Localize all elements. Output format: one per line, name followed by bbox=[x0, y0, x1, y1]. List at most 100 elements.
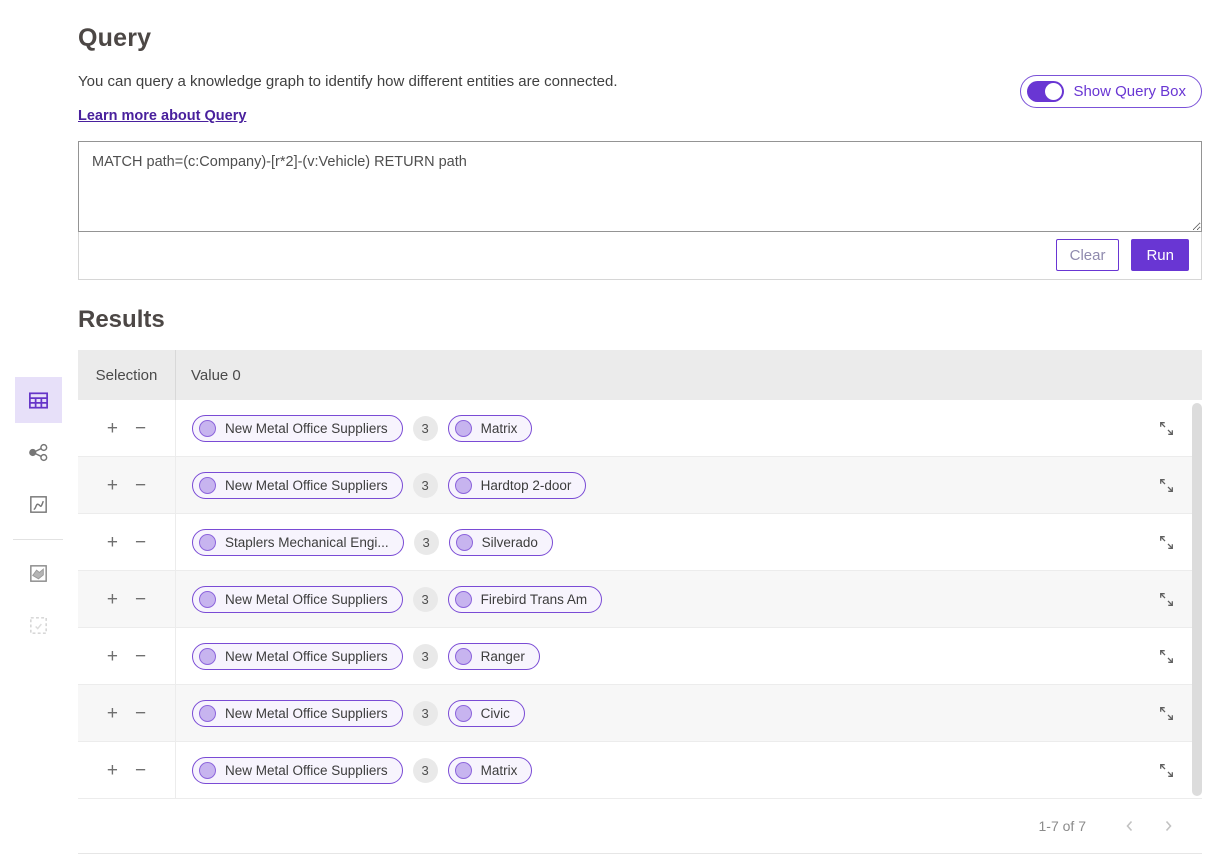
hop-count-badge: 3 bbox=[414, 530, 439, 555]
remove-selection-button[interactable]: − bbox=[135, 533, 146, 552]
view-sidebar bbox=[13, 377, 63, 654]
source-entity-pill[interactable]: New Metal Office Suppliers bbox=[192, 415, 403, 442]
table-scrollbar-track bbox=[1192, 400, 1202, 799]
expand-icon bbox=[1157, 647, 1176, 666]
target-entity-pill[interactable]: Ranger bbox=[448, 643, 540, 670]
show-query-box-toggle[interactable]: Show Query Box bbox=[1020, 75, 1202, 108]
sidebar-item-map-view[interactable] bbox=[15, 550, 62, 596]
intro-text: You can query a knowledge graph to ident… bbox=[78, 73, 618, 125]
source-entity-pill[interactable]: New Metal Office Suppliers bbox=[192, 643, 403, 670]
entity-node-icon bbox=[455, 705, 472, 722]
row-value-cell: New Metal Office Suppliers 3 Ranger bbox=[176, 628, 1130, 684]
source-entity-label: New Metal Office Suppliers bbox=[225, 763, 388, 778]
table-header: Selection Value 0 bbox=[78, 350, 1202, 400]
row-selection-cell: + − bbox=[78, 742, 176, 798]
query-panel: MATCH path=(c:Company)-[r*2]-(v:Vehicle)… bbox=[78, 141, 1202, 280]
source-entity-pill[interactable]: Staplers Mechanical Engi... bbox=[192, 529, 404, 556]
results-table: Selection Value 0 + − New Metal Office S… bbox=[78, 350, 1202, 854]
hop-count-badge: 3 bbox=[413, 701, 438, 726]
add-selection-button[interactable]: + bbox=[107, 590, 118, 609]
source-entity-pill[interactable]: New Metal Office Suppliers bbox=[192, 472, 403, 499]
row-selection-cell: + − bbox=[78, 685, 176, 741]
add-selection-button[interactable]: + bbox=[107, 761, 118, 780]
table-row: + − New Metal Office Suppliers 3 Hardtop… bbox=[78, 457, 1202, 514]
pagination-prev-button[interactable] bbox=[1118, 814, 1142, 838]
query-page: Query You can query a knowledge graph to… bbox=[78, 0, 1202, 854]
table-row: + − New Metal Office Suppliers 3 Firebir… bbox=[78, 571, 1202, 628]
source-entity-label: New Metal Office Suppliers bbox=[225, 592, 388, 607]
entity-node-icon bbox=[455, 477, 472, 494]
expand-icon bbox=[1157, 761, 1176, 780]
page-description: You can query a knowledge graph to ident… bbox=[78, 73, 618, 90]
pagination-range: 1-7 of 7 bbox=[1039, 818, 1086, 834]
learn-more-link[interactable]: Learn more about Query bbox=[78, 108, 246, 124]
target-entity-label: Matrix bbox=[481, 763, 518, 778]
row-selection-cell: + − bbox=[78, 457, 176, 513]
row-value-cell: New Metal Office Suppliers 3 Matrix bbox=[176, 400, 1130, 456]
source-entity-label: New Metal Office Suppliers bbox=[225, 478, 388, 493]
sidebar-item-custom-view bbox=[15, 602, 62, 648]
sidebar-item-chart-view[interactable] bbox=[15, 481, 62, 527]
column-header-value0: Value 0 bbox=[176, 350, 1202, 400]
source-entity-pill[interactable]: New Metal Office Suppliers bbox=[192, 757, 403, 784]
chevron-left-icon bbox=[1122, 818, 1138, 834]
row-selection-cell: + − bbox=[78, 400, 176, 456]
source-entity-label: Staplers Mechanical Engi... bbox=[225, 535, 389, 550]
toggle-knob bbox=[1045, 83, 1062, 100]
expand-icon bbox=[1157, 476, 1176, 495]
target-entity-pill[interactable]: Matrix bbox=[448, 415, 533, 442]
chart-view-icon bbox=[27, 493, 50, 516]
remove-selection-button[interactable]: − bbox=[135, 419, 146, 438]
entity-node-icon bbox=[455, 648, 472, 665]
add-selection-button[interactable]: + bbox=[107, 419, 118, 438]
expand-icon bbox=[1157, 533, 1176, 552]
table-row: + − New Metal Office Suppliers 3 Ranger bbox=[78, 628, 1202, 685]
table-scrollbar-thumb[interactable] bbox=[1192, 403, 1202, 796]
remove-selection-button[interactable]: − bbox=[135, 476, 146, 495]
remove-selection-button[interactable]: − bbox=[135, 647, 146, 666]
sidebar-item-table-view[interactable] bbox=[15, 377, 62, 423]
target-entity-pill[interactable]: Firebird Trans Am bbox=[448, 586, 603, 613]
target-entity-pill[interactable]: Hardtop 2-door bbox=[448, 472, 587, 499]
add-selection-button[interactable]: + bbox=[107, 476, 118, 495]
table-body: + − New Metal Office Suppliers 3 Matrix … bbox=[78, 400, 1202, 799]
hop-count-badge: 3 bbox=[413, 416, 438, 441]
run-button[interactable]: Run bbox=[1131, 239, 1189, 271]
expand-icon bbox=[1157, 704, 1176, 723]
target-entity-pill[interactable]: Matrix bbox=[448, 757, 533, 784]
source-entity-label: New Metal Office Suppliers bbox=[225, 421, 388, 436]
target-entity-label: Firebird Trans Am bbox=[481, 592, 588, 607]
add-selection-button[interactable]: + bbox=[107, 704, 118, 723]
pagination-bar: 1-7 of 7 bbox=[78, 799, 1202, 854]
table-view-icon bbox=[27, 389, 50, 412]
graph-view-icon bbox=[27, 441, 50, 464]
target-entity-label: Matrix bbox=[481, 421, 518, 436]
add-selection-button[interactable]: + bbox=[107, 533, 118, 552]
source-entity-label: New Metal Office Suppliers bbox=[225, 649, 388, 664]
row-selection-cell: + − bbox=[78, 514, 176, 570]
source-entity-pill[interactable]: New Metal Office Suppliers bbox=[192, 586, 403, 613]
row-value-cell: New Metal Office Suppliers 3 Hardtop 2-d… bbox=[176, 457, 1130, 513]
pagination-next-button[interactable] bbox=[1156, 814, 1180, 838]
entity-node-icon bbox=[199, 762, 216, 779]
entity-node-icon bbox=[199, 477, 216, 494]
table-row: + − New Metal Office Suppliers 3 Matrix bbox=[78, 400, 1202, 457]
sidebar-item-graph-view[interactable] bbox=[15, 429, 62, 475]
remove-selection-button[interactable]: − bbox=[135, 704, 146, 723]
query-actions: Clear Run bbox=[79, 232, 1201, 279]
table-row: + − New Metal Office Suppliers 3 Civic bbox=[78, 685, 1202, 742]
query-input[interactable]: MATCH path=(c:Company)-[r*2]-(v:Vehicle)… bbox=[78, 141, 1202, 232]
remove-selection-button[interactable]: − bbox=[135, 590, 146, 609]
add-selection-button[interactable]: + bbox=[107, 647, 118, 666]
toggle-switch-icon[interactable] bbox=[1027, 81, 1064, 102]
source-entity-pill[interactable]: New Metal Office Suppliers bbox=[192, 700, 403, 727]
map-view-icon bbox=[27, 562, 50, 585]
hop-count-badge: 3 bbox=[413, 758, 438, 783]
remove-selection-button[interactable]: − bbox=[135, 761, 146, 780]
target-entity-pill[interactable]: Silverado bbox=[449, 529, 553, 556]
target-entity-pill[interactable]: Civic bbox=[448, 700, 525, 727]
chevron-right-icon bbox=[1160, 818, 1176, 834]
hop-count-badge: 3 bbox=[413, 587, 438, 612]
clear-button[interactable]: Clear bbox=[1056, 239, 1120, 271]
row-value-cell: New Metal Office Suppliers 3 Matrix bbox=[176, 742, 1130, 798]
